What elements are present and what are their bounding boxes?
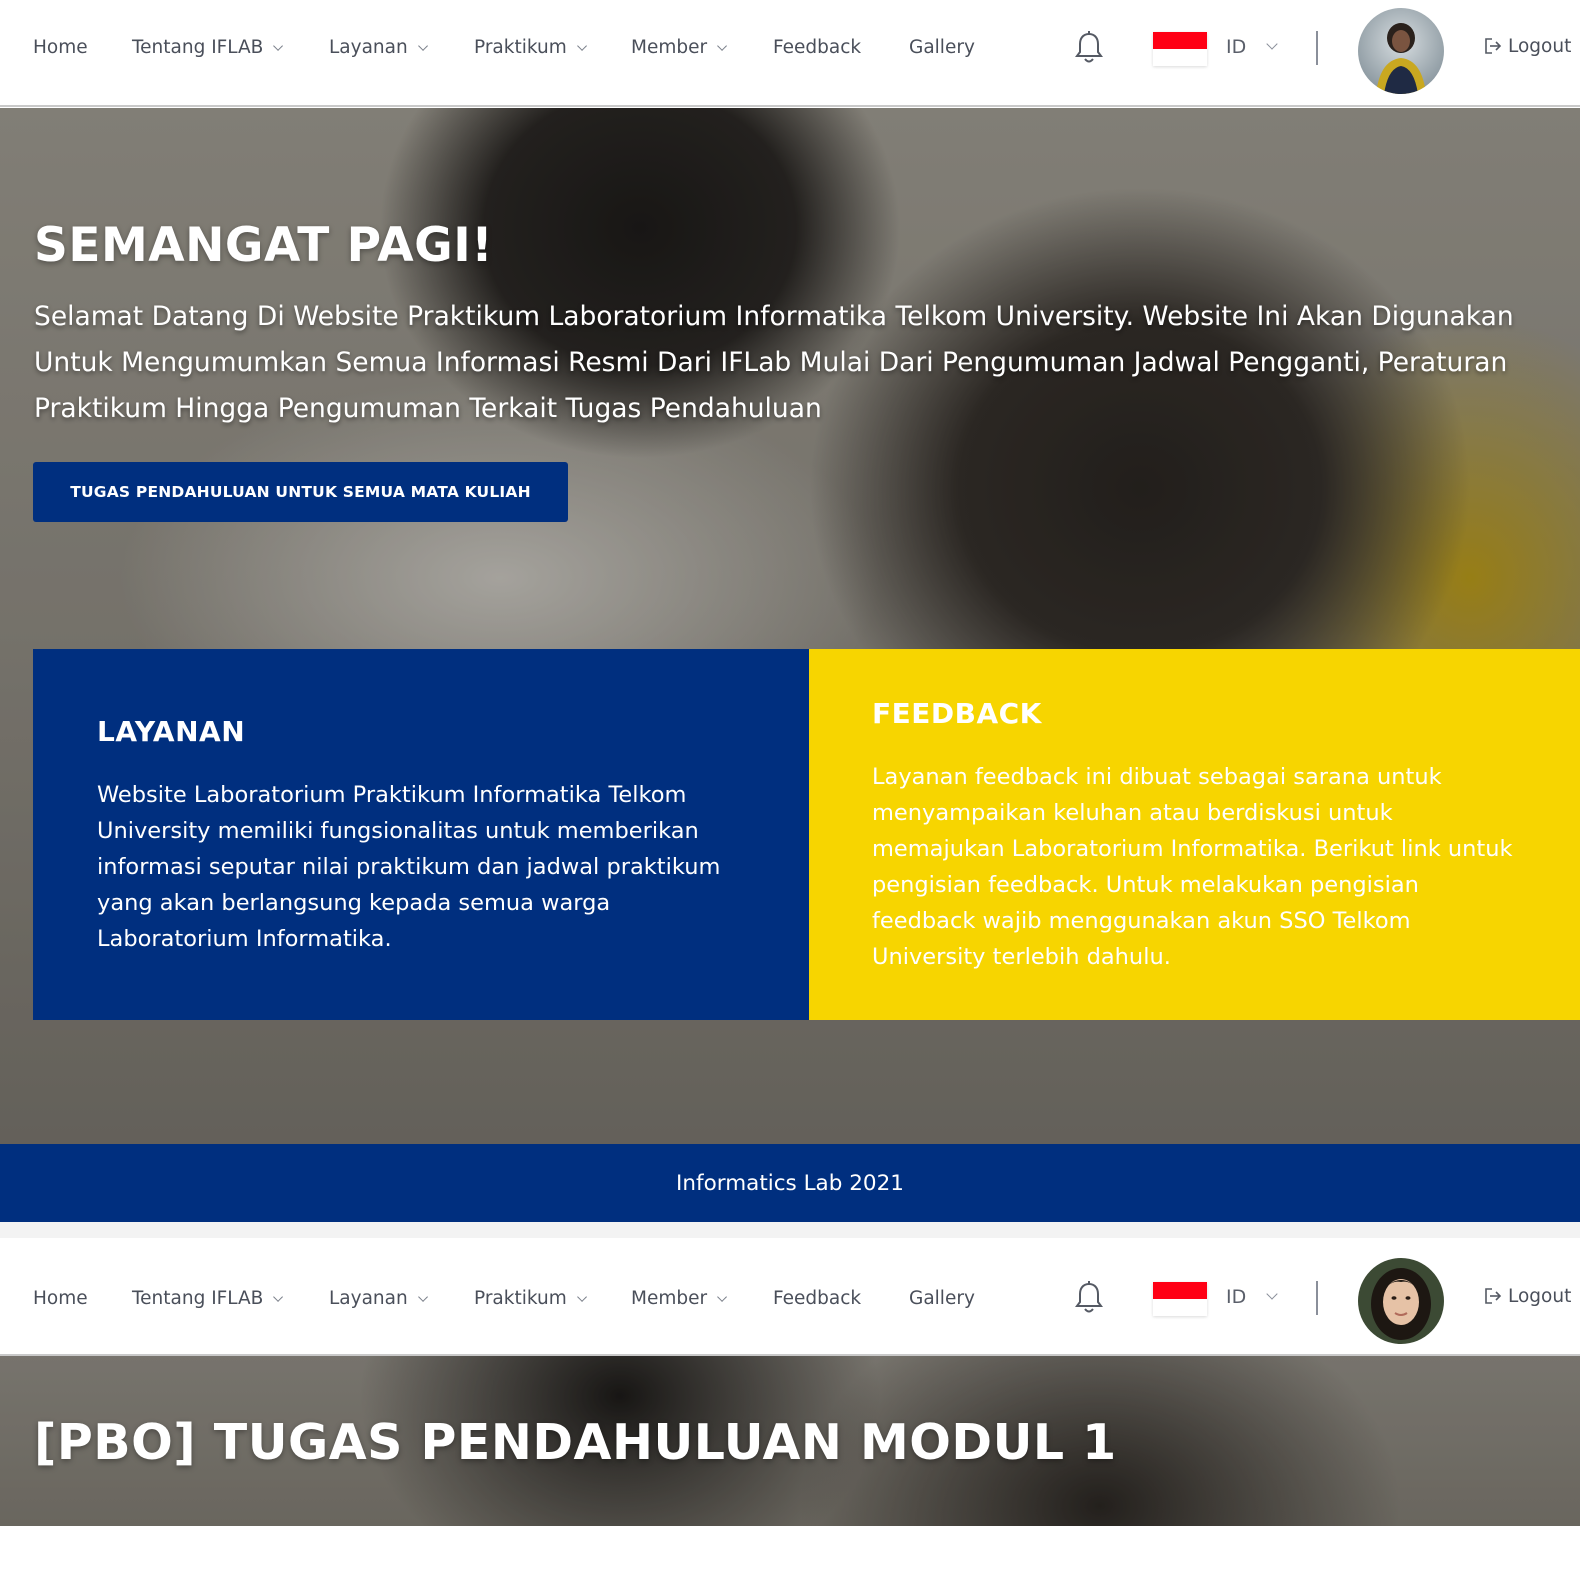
nav-praktikum-label: Praktikum — [474, 1288, 567, 1309]
chevron-down-icon — [717, 41, 728, 51]
indonesia-flag-icon[interactable] — [1153, 32, 1207, 66]
nav-feedback-label: Feedback — [773, 37, 862, 58]
hero-title: SEMANGAT PAGI! — [34, 218, 494, 273]
chevron-down-icon — [576, 41, 587, 51]
nav-feedback[interactable]: Feedback — [773, 1288, 861, 1309]
user-avatar[interactable] — [1358, 1258, 1444, 1344]
chevron-down-icon — [273, 1292, 284, 1302]
feedback-card-text: Layanan feedback ini dibuat sebagai sara… — [872, 764, 1513, 970]
nav-tentang-iflab[interactable]: Tentang IFLAB — [132, 1288, 284, 1309]
top-navbar: Home Tentang IFLAB Layanan Praktikum Mem… — [0, 0, 1580, 107]
nav-praktikum[interactable]: Praktikum — [474, 1288, 587, 1309]
nav-layanan-label: Layanan — [329, 1288, 408, 1309]
nav-tentang-iflab-label: Tentang IFLAB — [132, 37, 264, 58]
nav-layanan[interactable]: Layanan — [329, 37, 428, 58]
nav-divider — [1316, 1281, 1318, 1315]
nav-feedback-label: Feedback — [773, 1288, 862, 1309]
nav-gallery-label: Gallery — [909, 37, 975, 58]
chevron-down-icon[interactable] — [1266, 1288, 1278, 1300]
logout-icon — [1485, 38, 1502, 54]
nav-divider — [1316, 31, 1318, 65]
chevron-down-icon[interactable] — [1266, 38, 1278, 50]
chevron-down-icon — [273, 41, 284, 51]
layanan-card: LAYANAN Website Laboratorium Praktikum I… — [33, 649, 809, 1020]
layanan-card-text: Website Laboratorium Praktikum Informati… — [97, 782, 721, 952]
nav-gallery[interactable]: Gallery — [909, 1288, 975, 1309]
logout-button[interactable]: Logout — [1484, 1286, 1571, 1307]
nav-praktikum[interactable]: Praktikum — [474, 37, 587, 58]
indonesia-flag-icon[interactable] — [1153, 1282, 1207, 1316]
top-navbar: Home Tentang IFLAB Layanan Praktikum Mem… — [0, 1238, 1580, 1356]
hero-description: Selamat Datang Di Website Praktikum Labo… — [34, 301, 1514, 424]
hero-section: SEMANGAT PAGI! Selamat Datang Di Website… — [0, 108, 1580, 1144]
nav-member[interactable]: Member — [631, 1288, 728, 1309]
bell-icon[interactable] — [1072, 1280, 1106, 1316]
bell-icon[interactable] — [1072, 30, 1106, 66]
nav-gallery[interactable]: Gallery — [909, 37, 975, 58]
page-banner: [PBO] TUGAS PENDAHULUAN MODUL 1 — [0, 1356, 1580, 1526]
nav-layanan-label: Layanan — [329, 37, 408, 58]
nav-member-label: Member — [631, 1288, 708, 1309]
nav-layanan[interactable]: Layanan — [329, 1288, 428, 1309]
page-content-area — [0, 1526, 1580, 1580]
nav-feedback[interactable]: Feedback — [773, 37, 861, 58]
layanan-card-title: LAYANAN — [97, 715, 246, 748]
page-title: [PBO] TUGAS PENDAHULUAN MODUL 1 — [34, 1414, 1117, 1471]
footer-text: Informatics Lab 2021 — [676, 1170, 904, 1196]
nav-home-label: Home — [33, 37, 88, 58]
user-avatar[interactable] — [1358, 8, 1444, 94]
nav-home[interactable]: Home — [33, 37, 88, 58]
nav-member-label: Member — [631, 37, 708, 58]
nav-gallery-label: Gallery — [909, 1288, 975, 1309]
chevron-down-icon — [576, 1292, 587, 1302]
chevron-down-icon — [417, 1292, 428, 1302]
feedback-card[interactable]: FEEDBACK Layanan feedback ini dibuat seb… — [809, 649, 1580, 1020]
footer: Informatics Lab 2021 — [0, 1144, 1580, 1222]
logout-icon — [1485, 1288, 1502, 1304]
nav-tentang-iflab[interactable]: Tentang IFLAB — [132, 37, 284, 58]
nav-tentang-iflab-label: Tentang IFLAB — [132, 1288, 264, 1309]
nav-member[interactable]: Member — [631, 37, 728, 58]
chevron-down-icon — [417, 41, 428, 51]
language-selector[interactable]: ID — [1226, 36, 1246, 58]
logout-label: Logout — [1508, 1286, 1572, 1307]
chevron-down-icon — [717, 1292, 728, 1302]
screen-separator — [0, 1222, 1580, 1238]
logout-label: Logout — [1508, 36, 1572, 57]
nav-home[interactable]: Home — [33, 1288, 88, 1309]
feedback-card-title: FEEDBACK — [872, 697, 1042, 730]
tugas-pendahuluan-button[interactable]: TUGAS PENDAHULUAN UNTUK SEMUA MATA KULIA… — [33, 462, 568, 522]
nav-praktikum-label: Praktikum — [474, 37, 567, 58]
nav-home-label: Home — [33, 1288, 88, 1309]
logout-button[interactable]: Logout — [1484, 36, 1571, 57]
language-selector[interactable]: ID — [1226, 1286, 1246, 1308]
